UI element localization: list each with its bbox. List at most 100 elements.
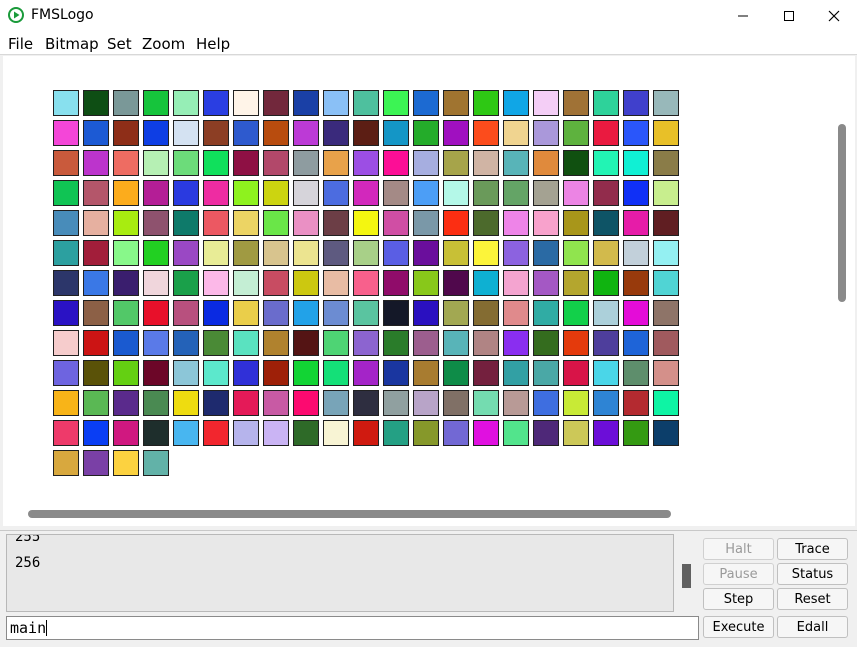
color-swatch bbox=[383, 390, 409, 416]
color-swatch bbox=[83, 450, 109, 476]
menu-zoom[interactable]: Zoom bbox=[142, 35, 185, 53]
color-swatch bbox=[83, 270, 109, 296]
color-swatch bbox=[113, 360, 139, 386]
minimize-button[interactable] bbox=[720, 0, 766, 31]
color-swatch bbox=[563, 150, 589, 176]
color-swatch bbox=[353, 150, 379, 176]
color-swatch bbox=[143, 330, 169, 356]
color-swatch bbox=[323, 420, 349, 446]
color-swatch bbox=[83, 300, 109, 326]
color-swatch bbox=[503, 300, 529, 326]
color-swatch bbox=[503, 180, 529, 206]
history-scrollbar[interactable] bbox=[675, 534, 699, 612]
color-swatch bbox=[143, 120, 169, 146]
color-swatch bbox=[233, 180, 259, 206]
color-swatch bbox=[443, 90, 469, 116]
menu-help[interactable]: Help bbox=[196, 35, 230, 53]
color-swatch bbox=[263, 240, 289, 266]
trace-button[interactable]: Trace bbox=[777, 538, 848, 560]
color-swatch bbox=[113, 150, 139, 176]
command-input[interactable]: main bbox=[6, 616, 699, 640]
color-swatch bbox=[353, 180, 379, 206]
color-swatch bbox=[293, 330, 319, 356]
color-swatch bbox=[623, 150, 649, 176]
color-swatch bbox=[173, 150, 199, 176]
color-swatch bbox=[623, 270, 649, 296]
color-swatch bbox=[563, 420, 589, 446]
color-swatch bbox=[203, 390, 229, 416]
menu-file[interactable]: File bbox=[8, 35, 33, 53]
color-swatch bbox=[173, 300, 199, 326]
color-swatch bbox=[143, 360, 169, 386]
color-swatch bbox=[533, 420, 559, 446]
maximize-button[interactable] bbox=[766, 0, 812, 31]
color-swatch bbox=[173, 120, 199, 146]
drawing-canvas[interactable] bbox=[3, 56, 831, 502]
color-swatch bbox=[203, 210, 229, 236]
canvas-vertical-scrollbar[interactable] bbox=[831, 56, 855, 502]
color-swatch bbox=[533, 210, 559, 236]
color-swatch bbox=[203, 150, 229, 176]
color-swatch bbox=[113, 90, 139, 116]
color-swatch bbox=[503, 150, 529, 176]
color-swatch bbox=[473, 90, 499, 116]
color-swatch bbox=[113, 240, 139, 266]
color-swatch bbox=[623, 120, 649, 146]
status-button[interactable]: Status bbox=[777, 563, 848, 585]
command-input-text: main bbox=[10, 619, 47, 637]
color-swatch bbox=[323, 90, 349, 116]
color-swatch bbox=[443, 150, 469, 176]
color-swatch bbox=[53, 240, 79, 266]
pause-button[interactable]: Pause bbox=[703, 563, 774, 585]
menu-bitmap[interactable]: Bitmap bbox=[45, 35, 99, 53]
color-swatch bbox=[233, 420, 259, 446]
color-swatch bbox=[503, 390, 529, 416]
color-swatch bbox=[413, 240, 439, 266]
color-swatch bbox=[623, 390, 649, 416]
color-swatch bbox=[503, 120, 529, 146]
color-swatch bbox=[263, 270, 289, 296]
color-swatch bbox=[173, 90, 199, 116]
color-swatch bbox=[233, 90, 259, 116]
color-swatch bbox=[233, 240, 259, 266]
color-swatch bbox=[53, 330, 79, 356]
reset-button[interactable]: Reset bbox=[777, 588, 848, 610]
menu-set[interactable]: Set bbox=[107, 35, 132, 53]
edall-button[interactable]: Edall bbox=[777, 616, 848, 638]
color-swatch bbox=[293, 240, 319, 266]
execute-button[interactable]: Execute bbox=[703, 616, 774, 638]
color-swatch bbox=[203, 300, 229, 326]
maximize-icon bbox=[784, 10, 794, 21]
vertical-scroll-thumb[interactable] bbox=[838, 124, 846, 302]
color-swatch bbox=[593, 120, 619, 146]
color-swatch bbox=[443, 180, 469, 206]
halt-button[interactable]: Halt bbox=[703, 538, 774, 560]
color-swatch bbox=[353, 420, 379, 446]
color-swatch bbox=[323, 240, 349, 266]
color-swatch bbox=[323, 150, 349, 176]
color-swatch bbox=[383, 360, 409, 386]
color-swatch bbox=[413, 180, 439, 206]
horizontal-scroll-thumb[interactable] bbox=[28, 510, 671, 518]
commander-history[interactable]: 255 256 bbox=[6, 534, 674, 612]
color-swatch bbox=[113, 180, 139, 206]
canvas-horizontal-scrollbar[interactable] bbox=[3, 502, 855, 526]
color-swatch bbox=[323, 180, 349, 206]
color-swatch bbox=[623, 90, 649, 116]
color-swatch bbox=[443, 300, 469, 326]
title-bar: FMSLogo bbox=[0, 0, 857, 31]
color-swatch bbox=[143, 180, 169, 206]
color-swatch bbox=[173, 420, 199, 446]
color-swatch bbox=[323, 390, 349, 416]
color-swatch bbox=[413, 150, 439, 176]
color-swatch bbox=[563, 270, 589, 296]
history-scroll-thumb[interactable] bbox=[682, 564, 691, 588]
color-swatch bbox=[593, 390, 619, 416]
color-swatch bbox=[293, 420, 319, 446]
color-swatch bbox=[473, 300, 499, 326]
color-swatch bbox=[113, 270, 139, 296]
color-swatch bbox=[383, 270, 409, 296]
step-button[interactable]: Step bbox=[703, 588, 774, 610]
close-button[interactable] bbox=[811, 0, 857, 31]
color-swatch bbox=[503, 90, 529, 116]
